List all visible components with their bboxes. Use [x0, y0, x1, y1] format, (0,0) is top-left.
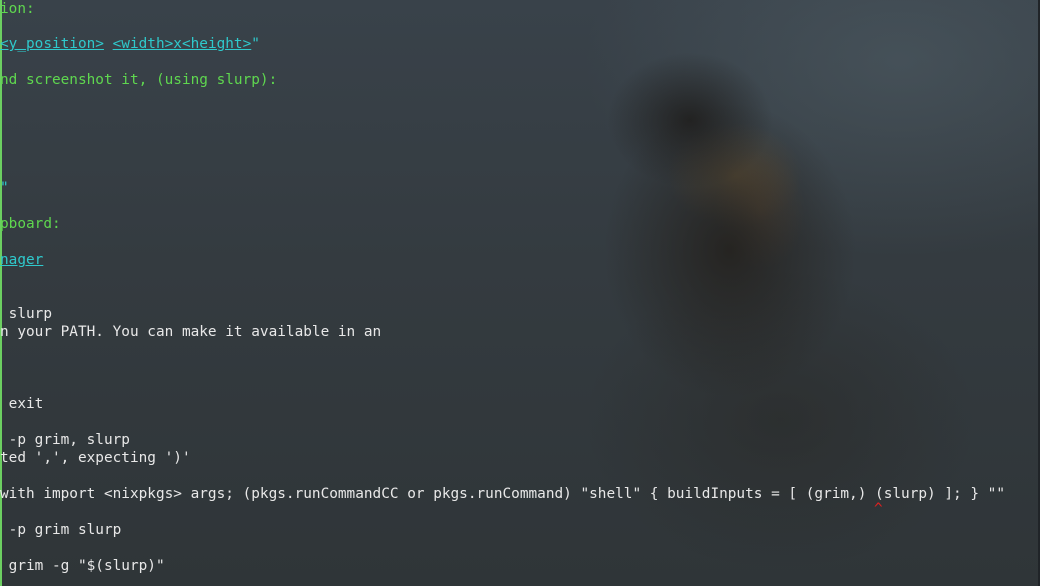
terminal-line: exit	[0, 396, 44, 412]
terminal-link[interactable]: <width>x<height>	[113, 36, 252, 52]
terminal-line: <y_position> <width>x<height>"	[0, 35, 260, 53]
terminal-line: ion:	[0, 1, 35, 17]
error-caret: ^	[874, 501, 883, 517]
terminal-line: -p grim slurp	[0, 522, 122, 538]
terminal-link[interactable]: <y_position>	[0, 36, 104, 52]
terminal-link[interactable]: nager	[0, 252, 43, 268]
terminal-line: with import <nixpkgs> args; (pkgs.runCom…	[0, 486, 1006, 502]
terminal-line: ted ',', expecting ')'	[0, 450, 191, 466]
terminal-line: nager	[0, 251, 43, 269]
terminal-line: n your PATH. You can make it available i…	[0, 324, 382, 340]
terminal-line: -p grim, slurp	[0, 432, 130, 448]
terminal-line: nd screenshot it, (using slurp):	[0, 72, 278, 88]
terminal-window[interactable]: ion: <y_position> <width>x<height>" nd s…	[0, 0, 1040, 586]
terminal-line: slurp	[0, 306, 52, 322]
terminal-line: grim -g "$(slurp)"	[0, 558, 165, 574]
terminal-text: "	[0, 180, 9, 196]
terminal-line: "	[0, 179, 9, 197]
terminal-line: pboard:	[0, 216, 61, 232]
terminal-text: "	[251, 36, 260, 52]
